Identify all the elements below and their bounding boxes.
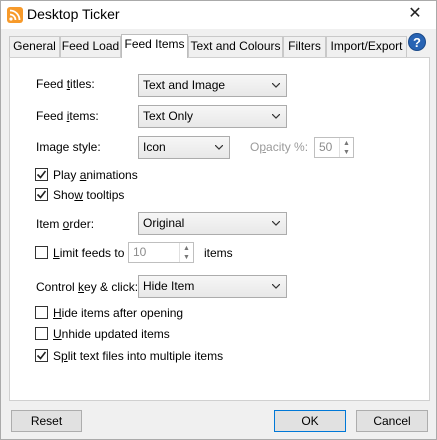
chevron-down-icon: [272, 221, 280, 226]
window-title: Desktop Ticker: [27, 6, 120, 22]
opacity-value: 50: [319, 140, 333, 154]
limit-feeds-label[interactable]: Limit feeds to: [53, 246, 124, 260]
image-style-value: Icon: [143, 140, 166, 154]
help-icon[interactable]: ?: [408, 33, 426, 51]
item-order-select[interactable]: Original: [138, 212, 287, 235]
limit-feeds-stepper[interactable]: 10 ▲ ▼: [128, 242, 194, 263]
check-icon: [36, 170, 47, 179]
limit-feeds-value: 10: [133, 245, 147, 259]
tab-strip: General Feed Load Feed Items Text and Co…: [9, 34, 429, 58]
feed-titles-value: Text and Image: [143, 78, 226, 92]
split-text-label[interactable]: Split text files into multiple items: [53, 349, 223, 363]
control-key-select[interactable]: Hide Item: [138, 275, 287, 298]
play-animations-label[interactable]: Play animations: [53, 168, 138, 182]
control-key-value: Hide Item: [143, 279, 195, 293]
control-key-label: Control key & click:: [36, 280, 139, 294]
reset-button[interactable]: Reset: [11, 410, 82, 432]
item-order-value: Original: [143, 216, 185, 230]
tab-feed-items[interactable]: Feed Items: [121, 34, 188, 58]
cancel-button[interactable]: Cancel: [356, 410, 428, 432]
feed-items-select[interactable]: Text Only: [138, 105, 287, 128]
check-icon: [36, 351, 47, 360]
opacity-stepper[interactable]: 50 ▲ ▼: [314, 137, 354, 158]
unhide-items-label[interactable]: Unhide updated items: [53, 327, 170, 341]
unhide-items-checkbox[interactable]: [35, 327, 48, 340]
items-suffix-label: items: [204, 246, 233, 260]
spin-down-icon: ▼: [343, 149, 350, 156]
spin-arrows[interactable]: ▲ ▼: [179, 243, 193, 262]
spin-up-icon: ▲: [183, 245, 190, 252]
spin-down-icon: ▼: [183, 254, 190, 261]
tab-feed-load[interactable]: Feed Load: [60, 36, 121, 57]
chevron-down-icon: [272, 114, 280, 119]
check-icon: [36, 190, 47, 199]
hide-items-checkbox[interactable]: [35, 306, 48, 319]
limit-feeds-checkbox[interactable]: [35, 246, 48, 259]
title-bar: Desktop Ticker ✕: [1, 1, 436, 29]
opacity-label: Opacity %:: [250, 140, 309, 154]
feed-titles-label: Feed titles:: [36, 77, 95, 91]
item-order-label: Item order:: [36, 217, 95, 231]
chevron-down-icon: [272, 284, 280, 289]
spin-up-icon: ▲: [343, 140, 350, 147]
show-tooltips-checkbox[interactable]: [35, 188, 48, 201]
feed-titles-select[interactable]: Text and Image: [138, 74, 287, 97]
dialog-window: Desktop Ticker ✕ General Feed Load Feed …: [0, 0, 437, 440]
chevron-down-icon: [215, 145, 223, 150]
image-style-select[interactable]: Icon: [138, 136, 230, 159]
rss-icon: [7, 7, 23, 23]
spin-arrows[interactable]: ▲ ▼: [339, 138, 353, 157]
tab-text-and-colours[interactable]: Text and Colours: [188, 36, 283, 57]
play-animations-checkbox[interactable]: [35, 168, 48, 181]
tab-general[interactable]: General: [9, 36, 60, 57]
chevron-down-icon: [272, 83, 280, 88]
hide-items-label[interactable]: Hide items after opening: [53, 306, 183, 320]
feed-items-value: Text Only: [143, 109, 194, 123]
close-icon: ✕: [408, 5, 422, 22]
feed-items-panel: Feed titles: Text and Image Feed items: …: [9, 57, 430, 401]
image-style-label: Image style:: [36, 140, 101, 154]
split-text-checkbox[interactable]: [35, 349, 48, 362]
ok-button[interactable]: OK: [274, 410, 346, 432]
feed-items-label: Feed items:: [36, 109, 99, 123]
tab-filters[interactable]: Filters: [283, 36, 326, 57]
tab-import-export[interactable]: Import/Export: [326, 36, 407, 57]
show-tooltips-label[interactable]: Show tooltips: [53, 188, 124, 202]
close-button[interactable]: ✕: [400, 3, 430, 25]
